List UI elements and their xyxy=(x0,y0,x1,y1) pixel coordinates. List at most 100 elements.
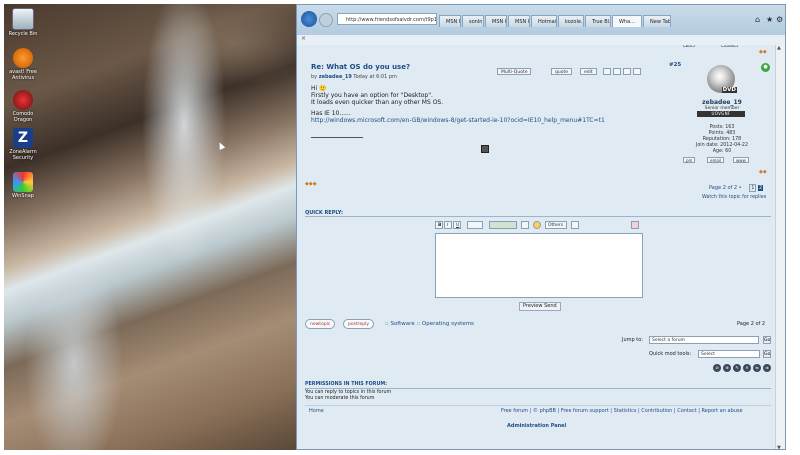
admin-panel-link[interactable]: Administration Panel xyxy=(507,423,566,429)
desktop-icon-comodo-dragon[interactable]: Comodo Dragon xyxy=(8,90,38,123)
pm-button[interactable]: pm xyxy=(683,157,696,163)
back-button[interactable] xyxy=(301,11,317,27)
scroll-arrows-icon[interactable]: ◆◆◆ xyxy=(305,181,317,187)
gear-icon[interactable]: ⚙ xyxy=(776,15,783,24)
by-label: by xyxy=(311,74,318,80)
mod-delete-icon[interactable]: ✕ xyxy=(743,364,751,372)
wallpaper-overlay xyxy=(4,4,296,450)
quick-mod-label: Quick mod tools: xyxy=(649,351,692,357)
mod-split-icon[interactable]: ⇆ xyxy=(753,364,761,372)
desktop-icon-winsnap[interactable]: WinSnap xyxy=(8,172,38,199)
page-indicator: Page 2 of 2 xyxy=(737,321,766,327)
pm-button-prev[interactable]: pm xyxy=(683,45,696,47)
edit-button[interactable]: edit xyxy=(580,68,597,75)
scroll-top-arrows-icon[interactable]: ◆◆ xyxy=(759,49,767,55)
www-button[interactable]: www xyxy=(733,157,749,163)
others-button[interactable]: Others xyxy=(545,221,567,229)
scroll-top-arrows-icon[interactable]: ◆◆ xyxy=(759,169,767,175)
mod-merge-icon[interactable]: ⇉ xyxy=(763,364,771,372)
tab[interactable]: sonIn... xyxy=(462,15,484,27)
quote-icon[interactable] xyxy=(521,221,529,229)
post-byline: by zebadee_19 Today at 6:01 pm xyxy=(311,74,397,80)
browser-window: http://www.friendsofsalvdr.com/t9p15 MSN… xyxy=(296,4,786,450)
email-button[interactable]: email xyxy=(707,157,725,163)
tab[interactable]: True Bl... xyxy=(585,15,611,27)
page-link[interactable]: 1 xyxy=(749,184,757,192)
italic-button[interactable]: I xyxy=(444,221,452,229)
home-link[interactable]: Home xyxy=(309,408,324,414)
post-link[interactable]: http://windows.microsoft.com/en-GB/windo… xyxy=(311,117,605,124)
tab[interactable]: Hotmai... xyxy=(531,15,557,27)
watch-topic-link[interactable]: Watch this topic for replies xyxy=(702,195,766,200)
warn-icon[interactable] xyxy=(623,68,631,75)
tab[interactable]: kozole... xyxy=(558,15,584,27)
tab[interactable]: MSN h... xyxy=(508,15,530,27)
tab-active[interactable]: Wha... xyxy=(612,15,642,27)
footer-links[interactable]: Free forum | © phpBB | Free forum suppor… xyxy=(501,408,743,414)
post-title[interactable]: Re: What OS do you use? xyxy=(311,63,410,71)
home-icon[interactable]: ⌂ xyxy=(755,15,760,24)
page-link-current[interactable]: 2 xyxy=(757,185,764,191)
mod-move-icon[interactable]: ⊕ xyxy=(723,364,731,372)
profile-age: Age: 60 xyxy=(712,149,732,154)
footer-divider xyxy=(305,405,771,406)
divider xyxy=(305,216,771,217)
multi-quote-button[interactable]: Multi-Quote xyxy=(497,68,532,75)
quick-mod-select[interactable]: Select xyxy=(698,350,760,358)
desktop-icon-zonealarm[interactable]: Z ZoneAlarm Security xyxy=(8,128,38,161)
post-number[interactable]: #25 xyxy=(669,62,681,68)
bold-button[interactable]: B xyxy=(435,221,443,229)
font-icon[interactable] xyxy=(571,221,579,229)
tab[interactable]: MSN h... xyxy=(439,15,461,27)
remove-format-icon[interactable] xyxy=(631,221,639,229)
scroll-up-icon[interactable]: ▲ xyxy=(777,45,781,51)
winsnap-icon xyxy=(13,172,33,192)
avast-icon xyxy=(13,48,33,68)
page-scrollbar[interactable]: ▲ ▼ xyxy=(775,45,785,449)
post-author-link[interactable]: zebadee_19 xyxy=(319,74,352,80)
email-button-prev[interactable]: email xyxy=(721,45,739,47)
desktop-icon-recycle-bin[interactable]: Recycle Bin xyxy=(8,8,38,37)
desktop-wallpaper: Recycle Bin avast! Free Antivirus Comodo… xyxy=(4,4,296,450)
report-icon[interactable] xyxy=(633,68,641,75)
breadcrumb[interactable]: :: Software :: Operating systems xyxy=(385,321,474,327)
go-button[interactable]: Go xyxy=(763,350,771,358)
divider xyxy=(305,388,771,389)
close-icon[interactable]: × xyxy=(301,35,306,42)
delete-icon[interactable] xyxy=(603,68,611,75)
quick-reply-textarea[interactable] xyxy=(435,233,643,298)
ip-icon[interactable] xyxy=(613,68,621,75)
image-icon xyxy=(481,145,489,153)
tab[interactable]: MSN h... xyxy=(485,15,507,27)
go-button[interactable]: Go xyxy=(763,336,771,344)
post-line: Firstly you have an option for "Desktop"… xyxy=(311,92,433,99)
post-body: Hi 🙂 Firstly you have an option for "Des… xyxy=(311,85,605,124)
recycle-bin-icon xyxy=(12,8,34,30)
jump-to-label: Jump to: xyxy=(622,337,643,343)
mod-edit-icon[interactable]: ✎ xyxy=(733,364,741,372)
insert-media-icon[interactable] xyxy=(489,221,517,229)
desktop-icon-avast[interactable]: avast! Free Antivirus xyxy=(8,48,38,81)
mod-lock-icon[interactable]: ⊘ xyxy=(713,364,721,372)
address-bar[interactable]: http://www.friendsofsalvdr.com/t9p15 xyxy=(337,13,437,25)
preview-button[interactable]: Preview xyxy=(523,303,542,309)
underline-button[interactable]: U xyxy=(453,221,461,229)
avatar-badge: DVD xyxy=(721,87,737,93)
align-icon[interactable] xyxy=(467,221,483,229)
tab-new[interactable]: New Tab xyxy=(643,15,671,27)
post-reply-button[interactable]: postreply xyxy=(343,319,375,329)
scroll-down-icon[interactable]: ▼ xyxy=(777,445,781,449)
rank-image: UOVGNF xyxy=(697,111,745,117)
desktop-icon-label: Comodo Dragon xyxy=(12,111,34,123)
jump-to-select[interactable]: Select a forum xyxy=(649,336,759,344)
post-line: Has IE 10...... xyxy=(311,110,351,117)
quote-button[interactable]: quote xyxy=(551,68,572,75)
profile-username[interactable]: zebadee_19 xyxy=(677,99,767,106)
forward-button[interactable] xyxy=(319,13,333,27)
browser-titlebar: http://www.friendsofsalvdr.com/t9p15 MSN… xyxy=(297,5,785,35)
smiley-icon[interactable] xyxy=(533,221,541,229)
new-topic-button[interactable]: newtopic xyxy=(305,319,336,329)
profile-stats: Posts: 163 Points: 483 Reputation: 178 J… xyxy=(677,125,767,155)
favorites-icon[interactable]: ★ xyxy=(766,15,773,24)
send-button[interactable]: Send xyxy=(544,303,557,309)
